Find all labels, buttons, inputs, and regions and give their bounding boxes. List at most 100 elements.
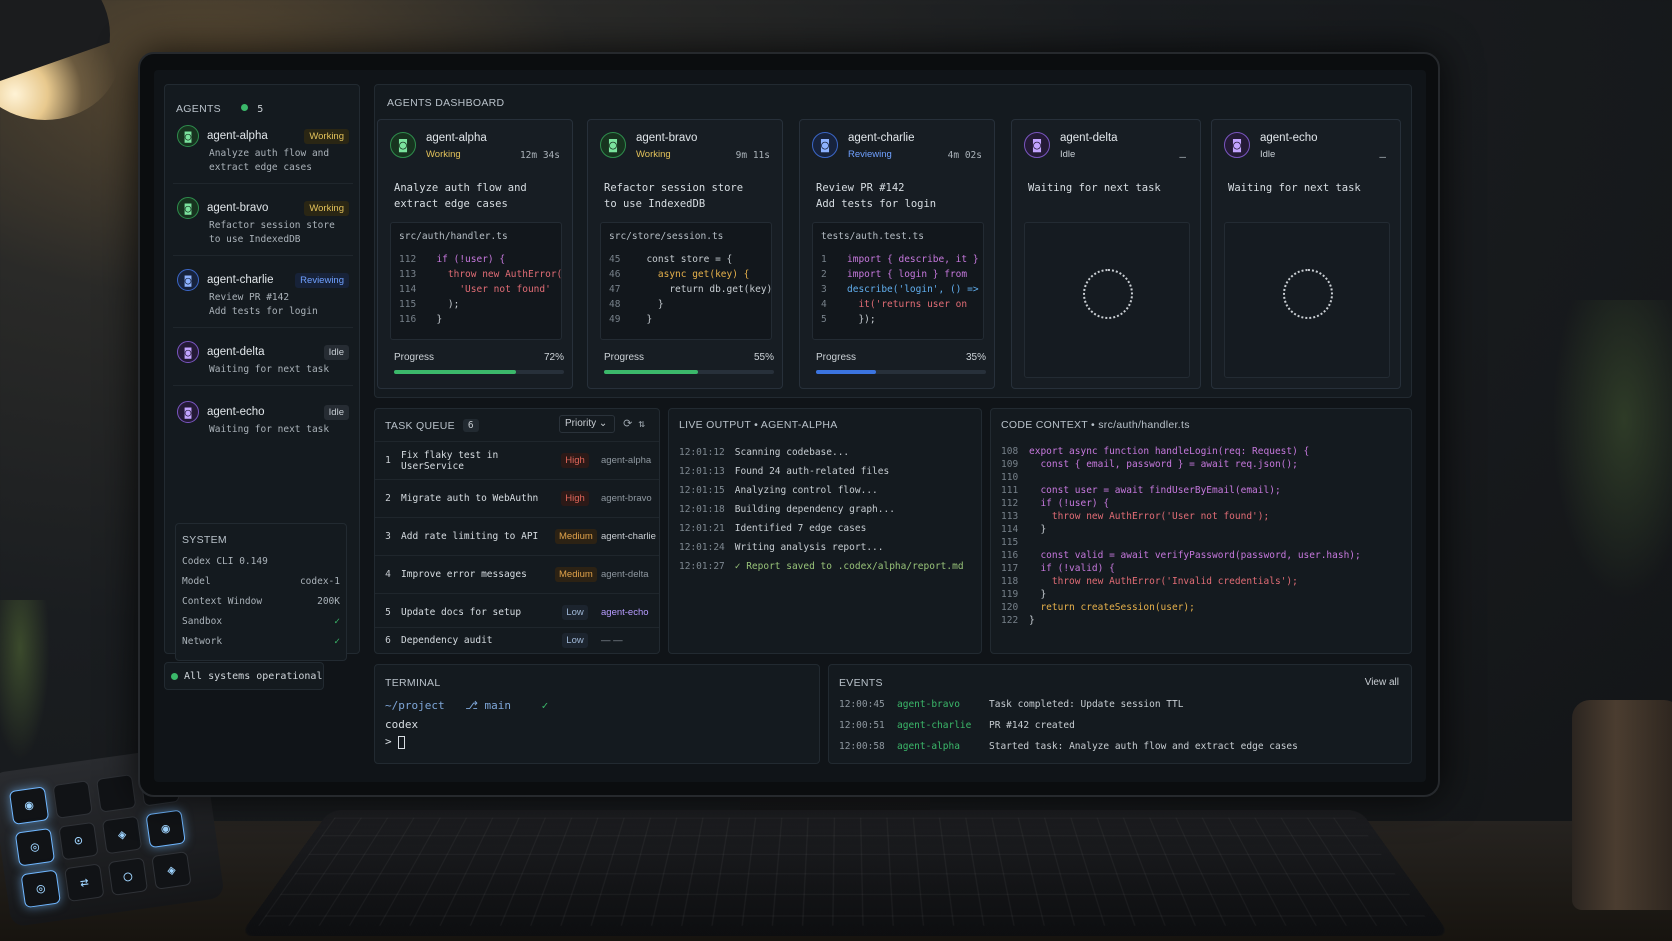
refresh-icon[interactable]: ⟳ [623, 417, 638, 430]
terminal-input[interactable]: > [385, 735, 405, 749]
card-status: Working [426, 149, 487, 160]
log-line: 12:01:21 Identified 7 edge cases [679, 523, 866, 534]
task-queue-tools: ⟳⇅ [623, 417, 651, 430]
deck-key-icon[interactable]: ⇄ [64, 863, 104, 902]
terminal-title: TERMINAL [385, 677, 441, 689]
deck-key-icon[interactable]: ⊙ [58, 822, 98, 861]
deck-key-icon[interactable]: ◎ [15, 828, 55, 867]
card-code-preview: src/store/session.ts 45 const store = { … [600, 222, 772, 340]
agent-card-delta[interactable]: ◙ agent-delta Idle — Waiting for next ta… [1011, 119, 1201, 389]
code-line: 48 } [609, 297, 763, 312]
events-title: EVENTS [839, 677, 883, 689]
view-all-link[interactable]: View all [1365, 677, 1399, 688]
dashboard-title: AGENTS DASHBOARD [387, 97, 504, 109]
card-task-description: Waiting for next task [1028, 180, 1198, 196]
deck-key-icon[interactable] [52, 780, 92, 819]
log-line: 12:01:12 Scanning codebase... [679, 447, 849, 458]
agent-card-alpha[interactable]: ◙ agent-alpha Working 12m 34s Analyze au… [377, 119, 573, 389]
card-agent-name: agent-alpha [426, 132, 487, 144]
progress-fill [394, 370, 516, 374]
task-row[interactable]: 2 Migrate auth to WebAuthn High agent-bra… [375, 479, 659, 517]
system-status-pill: All systems operational [164, 662, 324, 690]
agent-card-echo[interactable]: ◙ agent-echo Idle — Waiting for next tas… [1211, 119, 1401, 389]
sidebar-title: AGENTS [176, 103, 221, 115]
card-status: Idle [1060, 149, 1118, 160]
sidebar-item-agent-alpha[interactable]: ◙ agent-alpha Working Analyze auth flow … [173, 119, 353, 184]
deck-key-icon[interactable]: ◎ [21, 869, 61, 908]
card-file-path: src/auth/handler.ts [399, 231, 553, 242]
status-badge: Reviewing [295, 273, 349, 288]
card-code-preview: src/auth/handler.ts 112 if (!user) { 113… [390, 222, 562, 340]
card-agent-name: agent-delta [1060, 132, 1118, 144]
agent-icon: ◙ [812, 132, 838, 158]
filter-icon[interactable]: ⇅ [638, 417, 651, 430]
progress-bar [604, 370, 774, 374]
task-owner: agent-charlie [601, 531, 659, 542]
progress-value: 35% [966, 352, 986, 363]
deck-key-icon[interactable]: ◉ [9, 786, 49, 825]
agent-icon: ◙ [1024, 132, 1050, 158]
sidebar-item-agent-bravo[interactable]: ◙ agent-bravo Working Refactor session s… [173, 191, 353, 256]
card-status: Working [636, 149, 697, 160]
task-owner: — — [601, 635, 659, 646]
task-row[interactable]: 4 Improve error messages Medium agent-del… [375, 555, 659, 593]
progress-row: Progress 55% [604, 352, 774, 363]
status-badge: Idle [324, 405, 349, 420]
code-line: 1 import { describe, it } [821, 252, 975, 267]
task-owner: agent-alpha [601, 455, 659, 466]
priority-badge: Low [562, 605, 587, 620]
card-elapsed-time: 12m 34s [520, 150, 560, 161]
task-queue-title: TASK QUEUE [385, 420, 455, 432]
system-status-text: All systems operational [184, 671, 322, 682]
task-count-badge: 6 [463, 419, 479, 432]
coffee-mug [1572, 700, 1672, 910]
agent-name: agent-alpha [207, 130, 296, 142]
status-badge: Working [304, 129, 349, 144]
status-ok-icon [171, 673, 178, 680]
deck-key-icon[interactable] [96, 774, 136, 813]
code-line: 119 } [1001, 588, 1046, 601]
agent-icon: ◙ [600, 132, 626, 158]
progress-bar [816, 370, 986, 374]
agent-icon: ◙ [177, 197, 199, 219]
agent-card-bravo[interactable]: ◙ agent-bravo Working 9m 11s Refactor se… [587, 119, 783, 389]
live-output-panel: LIVE OUTPUT • AGENT-ALPHA 12:01:12 Scanni… [668, 408, 982, 654]
chevron-down-icon: ⌄ [599, 418, 607, 429]
task-owner: agent-delta [601, 569, 659, 580]
check-icon: ✓ [334, 636, 340, 647]
sidebar-item-agent-charlie[interactable]: ◙ agent-charlie Reviewing Review PR #142… [173, 263, 353, 328]
card-task-description: Waiting for next task [1228, 180, 1398, 196]
priority-sort-select[interactable]: Priority ⌄ [559, 415, 615, 433]
card-status: Reviewing [848, 149, 914, 160]
screen: AGENTS 5 ◙ agent-alpha Working Analyze a… [154, 70, 1426, 782]
task-row[interactable]: 6 Dependency audit Low — — [375, 627, 659, 653]
deck-key-icon[interactable]: ◈ [102, 816, 142, 855]
agent-name: agent-bravo [207, 202, 296, 214]
deck-key-icon[interactable]: ◉ [145, 810, 185, 849]
terminal-panel[interactable]: TERMINAL ~/project ⎇ main ✓ codex > [374, 664, 820, 764]
deck-key-icon[interactable]: ◈ [151, 851, 191, 890]
system-version: Codex CLI 0.149 [182, 556, 340, 567]
plant-right [1552, 300, 1672, 600]
agent-task: Review PR #142 Add tests for login [209, 291, 349, 319]
spinner-icon [1283, 269, 1333, 319]
idle-placeholder [1024, 222, 1190, 378]
system-sandbox: Sandbox ✓ [182, 616, 340, 627]
task-row[interactable]: 1 Fix flaky test in UserService High agen… [375, 441, 659, 479]
agent-icon: ◙ [177, 125, 199, 147]
deck-key-icon[interactable]: ◯ [108, 857, 148, 896]
idle-placeholder [1224, 222, 1390, 378]
sidebar-item-agent-delta[interactable]: ◙ agent-delta Idle Waiting for next task [173, 335, 353, 386]
sidebar-item-agent-echo[interactable]: ◙ agent-echo Idle Waiting for next task [173, 395, 353, 445]
agent-icon: ◙ [177, 341, 199, 363]
code-line: 114 'User not found' [399, 282, 553, 297]
priority-badge: Medium [555, 567, 597, 582]
task-row[interactable]: 3 Add rate limiting to API Medium agent-c… [375, 517, 659, 555]
agent-name: agent-charlie [207, 274, 287, 286]
agent-card-charlie[interactable]: ◙ agent-charlie Reviewing 4m 02s Review … [799, 119, 995, 389]
terminal-prompt-path: ~/project ⎇ main ✓ [385, 699, 548, 712]
monitor: AGENTS 5 ◙ agent-alpha Working Analyze a… [138, 52, 1440, 797]
task-row[interactable]: 5 Update docs for setup Low agent-echo [375, 593, 659, 631]
code-context-panel: CODE CONTEXT • src/auth/handler.ts 108 ex… [990, 408, 1412, 654]
priority-badge: Low [562, 633, 587, 648]
